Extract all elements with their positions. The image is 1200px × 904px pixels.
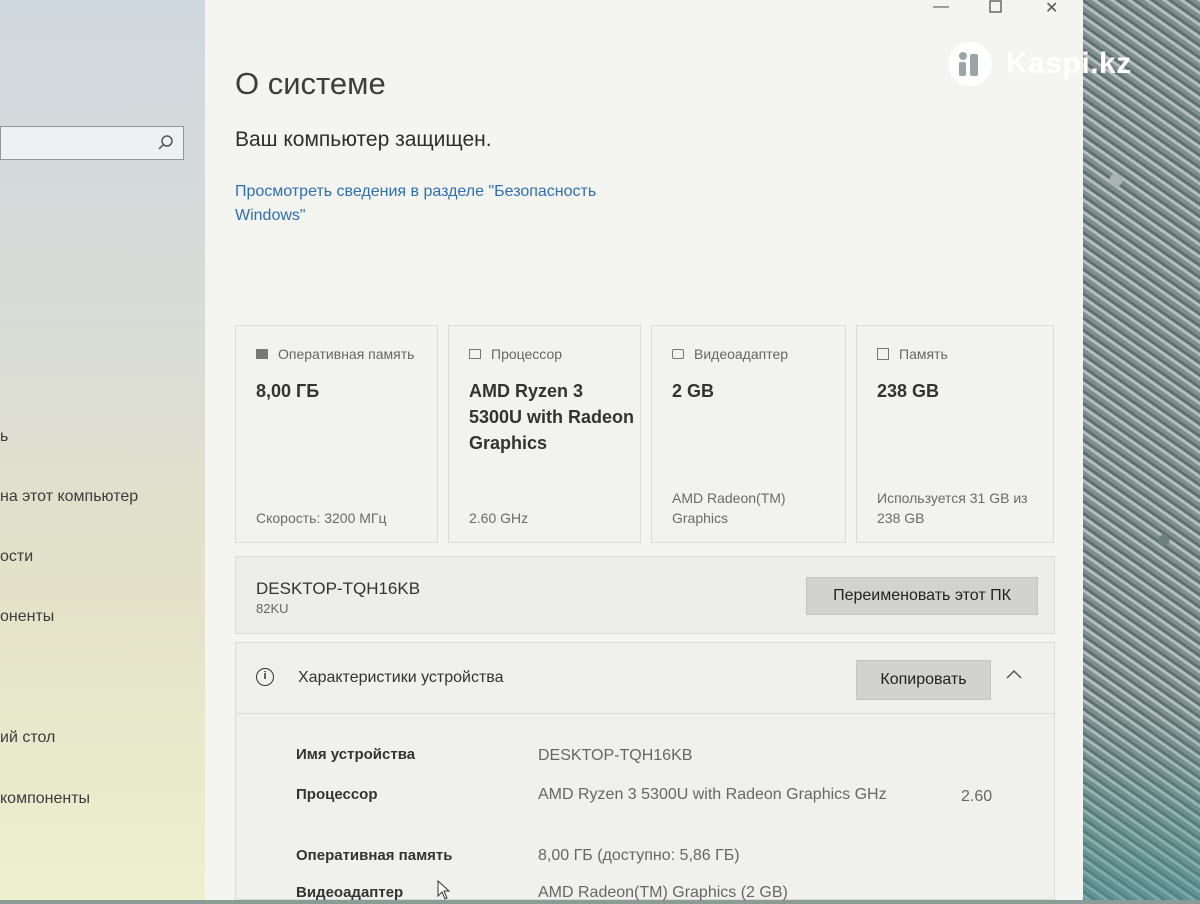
card-ram: Оперативная память 8,00 ГБ Скорость: 320… — [235, 325, 438, 543]
storage-icon — [877, 348, 889, 360]
spec-label: Процессор — [296, 786, 378, 803]
sidebar-item[interactable]: ости — [0, 548, 33, 566]
spec-value: AMD Radeon(TM) Graphics (2 GB) — [538, 884, 788, 901]
sidebar-item[interactable]: оненты — [0, 608, 54, 626]
card-value: 8,00 ГБ — [256, 381, 320, 401]
specs-title: Характеристики устройства — [298, 669, 504, 686]
card-gpu: Видеоадаптер 2 GB AMD Radeon(TM) Graphic… — [651, 325, 846, 543]
sidebar-item[interactable]: ий стол — [0, 729, 55, 747]
card-header: Память — [899, 346, 948, 362]
copy-button[interactable]: Копировать — [856, 660, 991, 700]
device-specs-section: i Характеристики устройства Копировать И… — [235, 642, 1055, 901]
card-storage: Память 238 GB Используется 31 GB из 238 … — [856, 325, 1054, 543]
card-footer: 2.60 GHz — [469, 510, 529, 526]
card-header: Видеоадаптер — [694, 346, 789, 362]
sidebar-item[interactable]: ь — [0, 428, 8, 446]
watermark-text: Kaspi.kz — [1006, 47, 1132, 80]
spec-value: 8,00 ГБ (доступно: 5,86 ГБ) — [538, 847, 740, 864]
rename-pc-button[interactable]: Переименовать этот ПК — [806, 577, 1038, 615]
about-window: — ✕ О системе Ваш компьютер защищен. Про… — [205, 0, 1083, 901]
spec-label: Видеоадаптер — [296, 884, 404, 901]
pc-model: 82KU — [256, 601, 289, 616]
spec-value: AMD Ryzen 3 5300U with Radeon Graphics G… — [538, 786, 887, 803]
chevron-up-icon[interactable] — [1004, 665, 1024, 685]
page-title: О системе — [235, 66, 386, 101]
kaspi-logo-icon — [948, 42, 992, 86]
close-button[interactable]: ✕ — [1045, 0, 1058, 18]
spec-label: Имя устройства — [296, 746, 416, 763]
spec-label: Оперативная память — [296, 847, 453, 864]
spec-value: DESKTOP-TQH16KB — [538, 747, 693, 764]
card-cpu: Процессор AMD Ryzen 3 5300U with Radeon … — [448, 325, 641, 543]
background-accent — [1080, 700, 1200, 900]
info-icon: i — [256, 668, 274, 686]
card-header: Оперативная память — [278, 346, 415, 362]
gpu-icon — [672, 349, 684, 359]
mouse-cursor-icon — [437, 880, 451, 900]
card-footer: Используется 31 GB из 238 GB — [877, 490, 1028, 526]
minimize-button[interactable]: — — [933, 0, 949, 16]
search-icon — [158, 135, 173, 150]
specs-header[interactable]: i Характеристики устройства Копировать — [236, 643, 1054, 714]
card-footer: AMD Radeon(TM) Graphics — [672, 490, 786, 526]
maximize-button[interactable] — [989, 0, 1003, 19]
security-link[interactable]: Просмотреть сведения в разделе "Безопасн… — [235, 180, 655, 228]
sidebar-item[interactable]: компоненты — [0, 790, 90, 808]
card-value: 238 GB — [877, 381, 940, 401]
sidebar-item-about[interactable]: на этот компьютер — [0, 488, 138, 506]
card-value: AMD Ryzen 3 5300U with Radeon Graphics — [469, 381, 635, 453]
card-footer: Скорость: 3200 МГц — [256, 510, 387, 526]
settings-sidebar: ь на этот компьютер ости оненты ий стол … — [0, 0, 205, 900]
pc-name-row: DESKTOP-TQH16KB 82KU Переименовать этот … — [235, 556, 1055, 634]
search-input[interactable] — [0, 126, 184, 160]
card-header: Процессор — [491, 346, 563, 362]
protection-status: Ваш компьютер защищен. — [235, 128, 492, 151]
memory-icon — [256, 349, 268, 359]
watermark: Kaspi.kz — [946, 40, 1132, 88]
spec-extra: 2.60 — [961, 788, 993, 805]
pc-name: DESKTOP-TQH16KB — [256, 579, 421, 598]
card-value: 2 GB — [672, 381, 715, 401]
maximize-icon — [989, 0, 1002, 13]
cpu-icon — [469, 349, 481, 359]
